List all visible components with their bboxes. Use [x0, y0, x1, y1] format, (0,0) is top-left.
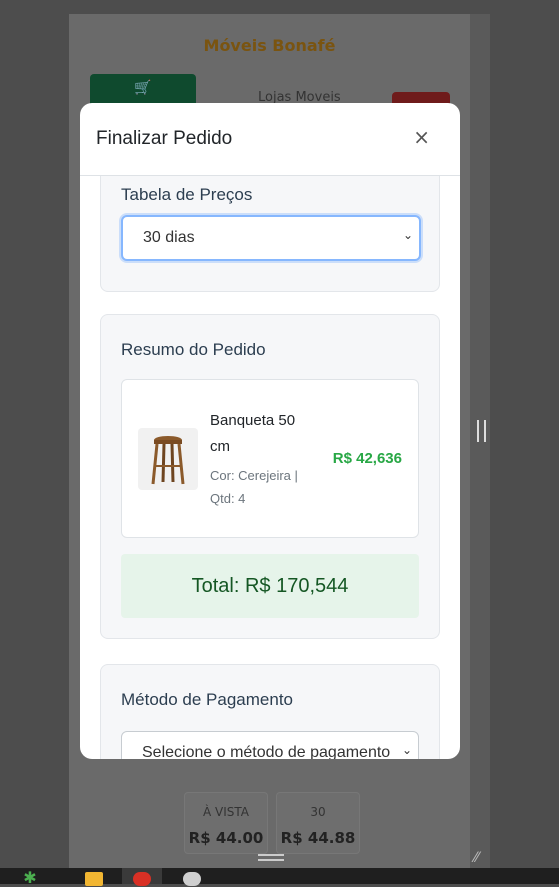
price-table-title: Tabela de Preços [121, 185, 253, 204]
checkout-modal: Finalizar Pedido × Tabela de Preços 30 d… [80, 103, 460, 759]
modal-title: Finalizar Pedido [96, 128, 233, 149]
background-price-value: R$ 44.00 [188, 829, 264, 847]
payment-method-placeholder: Selecione o método de pagamento [142, 744, 391, 759]
modal-body[interactable]: Tabela de Preços 30 dias ⌄ Resumo do Ped… [80, 176, 460, 759]
taskbar: ✱ [0, 868, 559, 887]
payment-method-card: Método de Pagamento Selecione o método d… [100, 664, 440, 759]
background-price-label: À VISTA [203, 805, 249, 819]
price-table-select[interactable]: 30 dias ⌄ [121, 215, 421, 261]
taskbar-folder[interactable] [74, 868, 114, 886]
chevron-down-icon: ⌄ [401, 743, 412, 757]
order-item: Banqueta 50 cm Cor: Cerejeira | Qtd: 4 R… [121, 379, 419, 538]
background-price-box: À VISTA R$ 44.00 [184, 792, 268, 854]
item-meta: Cor: Cerejeira | Qtd: 4 [210, 468, 298, 506]
taskbar-app-2[interactable] [172, 868, 212, 886]
order-summary-title: Resumo do Pedido [121, 340, 266, 359]
background-price-label: 30 [310, 805, 326, 819]
taskbar-chrome[interactable] [122, 868, 162, 886]
price-table-selected: 30 dias [143, 229, 195, 246]
payment-method-title: Método de Pagamento [121, 690, 294, 709]
price-table-card: Tabela de Preços 30 dias ⌄ [100, 176, 440, 292]
side-splitter-handle[interactable] [477, 420, 486, 442]
order-summary-card: Resumo do Pedido Banqueta 50 cm Cor: Cer… [100, 314, 440, 639]
order-total: Total: R$ 170,544 [121, 554, 419, 618]
cart-icon: 🛒 [134, 80, 152, 96]
item-name: Banqueta 50 cm [210, 412, 296, 455]
app-icon: ✱ [23, 868, 37, 887]
close-button[interactable]: × [413, 125, 430, 149]
item-price: R$ 42,636 [332, 450, 402, 467]
resize-grip-icon[interactable]: ⁄⁄ [474, 850, 479, 866]
product-image [138, 428, 198, 490]
taskbar-app-icon[interactable]: ✱ [10, 868, 50, 887]
background-price-box: 30 R$ 44.88 [276, 792, 360, 854]
background-title: Móveis Bonafé [203, 36, 336, 55]
chevron-down-icon: ⌄ [402, 228, 413, 242]
payment-method-select[interactable]: Selecione o método de pagamento ⌄ [121, 731, 419, 759]
modal-header: Finalizar Pedido × [80, 103, 460, 176]
bottom-drag-handle[interactable] [258, 854, 284, 861]
background-price-value: R$ 44.88 [280, 829, 356, 847]
